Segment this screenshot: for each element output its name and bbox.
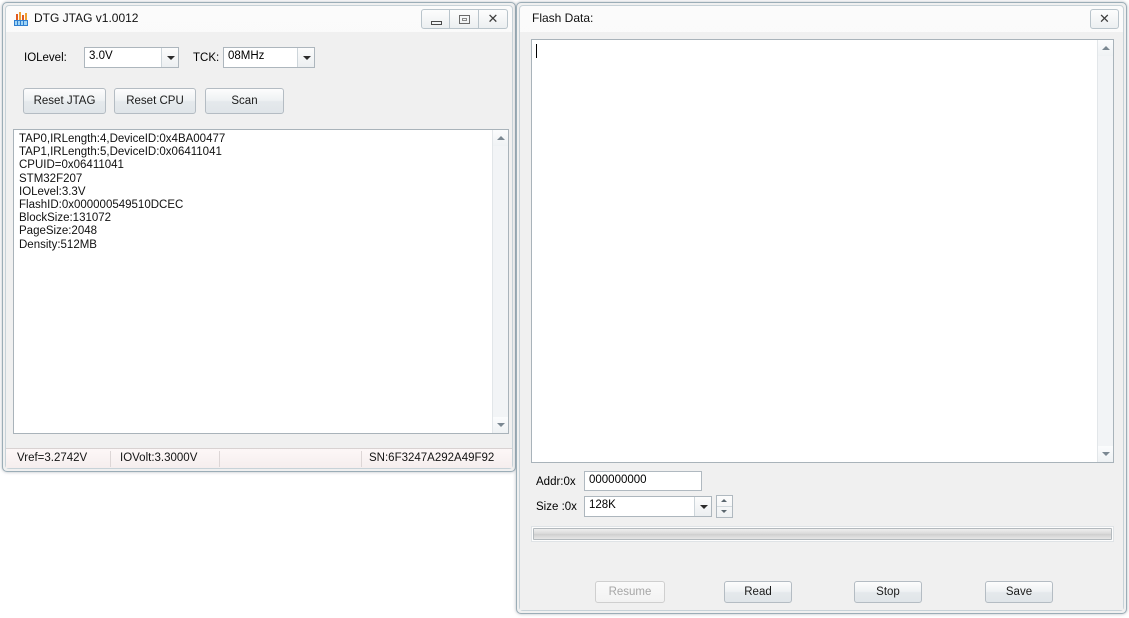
progress-bar-track: [531, 526, 1114, 542]
dtg-jtag-window-inner: DTG JTAG v1.0012 ✕ IOLevel: 3.0V TCK: 08…: [5, 5, 513, 469]
scroll-up-icon[interactable]: [1098, 40, 1113, 56]
close-icon: ✕: [487, 11, 499, 27]
scroll-down-icon[interactable]: [1098, 446, 1113, 462]
save-button[interactable]: Save: [985, 581, 1053, 603]
tck-dropdown[interactable]: 08MHz: [223, 47, 315, 68]
dtg-jtag-titlebar[interactable]: DTG JTAG v1.0012 ✕: [6, 6, 512, 32]
reset-cpu-button[interactable]: Reset CPU: [114, 88, 196, 114]
dtg-jtag-title: DTG JTAG v1.0012: [34, 11, 139, 25]
status-divider: [110, 451, 111, 467]
app-icon: [14, 12, 28, 26]
status-vref: Vref=3.2742V: [17, 452, 88, 464]
maximize-button[interactable]: [450, 9, 479, 29]
flash-data-title: Flash Data:: [532, 11, 594, 25]
status-divider: [219, 451, 220, 467]
scan-button[interactable]: Scan: [205, 88, 284, 114]
close-button[interactable]: ✕: [1090, 9, 1119, 29]
resume-button[interactable]: Resume: [595, 581, 665, 603]
stepper-up-icon[interactable]: [717, 496, 732, 507]
log-vertical-scrollbar[interactable]: [492, 130, 508, 433]
address-label: Addr:0x: [536, 476, 576, 488]
desktop: DTG JTAG v1.0012 ✕ IOLevel: 3.0V TCK: 08…: [0, 0, 1129, 618]
progress-bar: [533, 528, 1112, 540]
scroll-up-icon[interactable]: [493, 130, 508, 146]
chevron-down-icon[interactable]: [161, 48, 178, 67]
stop-button[interactable]: Stop: [854, 581, 922, 603]
size-label: Size :0x: [536, 501, 577, 513]
maximize-icon: [459, 15, 470, 24]
reset-jtag-button[interactable]: Reset JTAG: [23, 88, 106, 114]
iolevel-value: 3.0V: [89, 50, 113, 62]
status-divider: [361, 451, 362, 467]
size-value: 128K: [589, 499, 616, 511]
minimize-button[interactable]: [421, 9, 450, 29]
flash-data-textarea[interactable]: [531, 39, 1114, 463]
tck-value: 08MHz: [228, 50, 265, 62]
dtg-jtag-window: DTG JTAG v1.0012 ✕ IOLevel: 3.0V TCK: 08…: [2, 2, 516, 472]
close-icon: ✕: [1099, 11, 1110, 27]
dtg-jtag-client: IOLevel: 3.0V TCK: 08MHz Reset JTAG Rese…: [6, 32, 512, 468]
log-output-pane[interactable]: TAP0,IRLength:4,DeviceID:0x4BA00477 TAP1…: [13, 129, 509, 434]
size-stepper[interactable]: [716, 495, 733, 518]
status-iovolt: IOVolt:3.3000V: [120, 452, 198, 464]
minimize-icon: [431, 21, 442, 25]
close-button[interactable]: ✕: [479, 9, 508, 29]
flash-data-titlebar[interactable]: Flash Data: ✕: [520, 6, 1123, 32]
status-bar: Vref=3.2742V IOVolt:3.3000V SN:6F3247A29…: [6, 448, 512, 468]
stepper-down-icon[interactable]: [717, 507, 732, 518]
read-button[interactable]: Read: [724, 581, 792, 603]
text-cursor: [536, 44, 537, 58]
flash-data-window-buttons: ✕: [1090, 9, 1119, 29]
flash-data-client: Addr:0x 000000000 Size :0x 128K Resume R…: [520, 32, 1123, 610]
chevron-down-icon[interactable]: [694, 497, 711, 516]
scroll-down-icon[interactable]: [493, 417, 508, 433]
dtg-jtag-window-buttons: ✕: [421, 9, 508, 29]
iolevel-label: IOLevel:: [24, 52, 67, 64]
flash-data-vertical-scrollbar[interactable]: [1097, 40, 1113, 462]
flash-data-window: Flash Data: ✕ Addr:0x 000000000 Size:0x…: [516, 2, 1127, 614]
size-dropdown[interactable]: 128K: [584, 496, 712, 517]
status-serial-number: SN:6F3247A292A49F92: [369, 452, 495, 464]
chevron-down-icon[interactable]: [297, 48, 314, 67]
flash-data-window-inner: Flash Data: ✕ Addr:0x 000000000 Size:0x…: [519, 5, 1124, 611]
tck-label: TCK:: [193, 52, 220, 64]
address-input[interactable]: 000000000: [584, 471, 702, 491]
iolevel-dropdown[interactable]: 3.0V: [84, 47, 179, 68]
log-output-text: TAP0,IRLength:4,DeviceID:0x4BA00477 TAP1…: [19, 133, 226, 251]
